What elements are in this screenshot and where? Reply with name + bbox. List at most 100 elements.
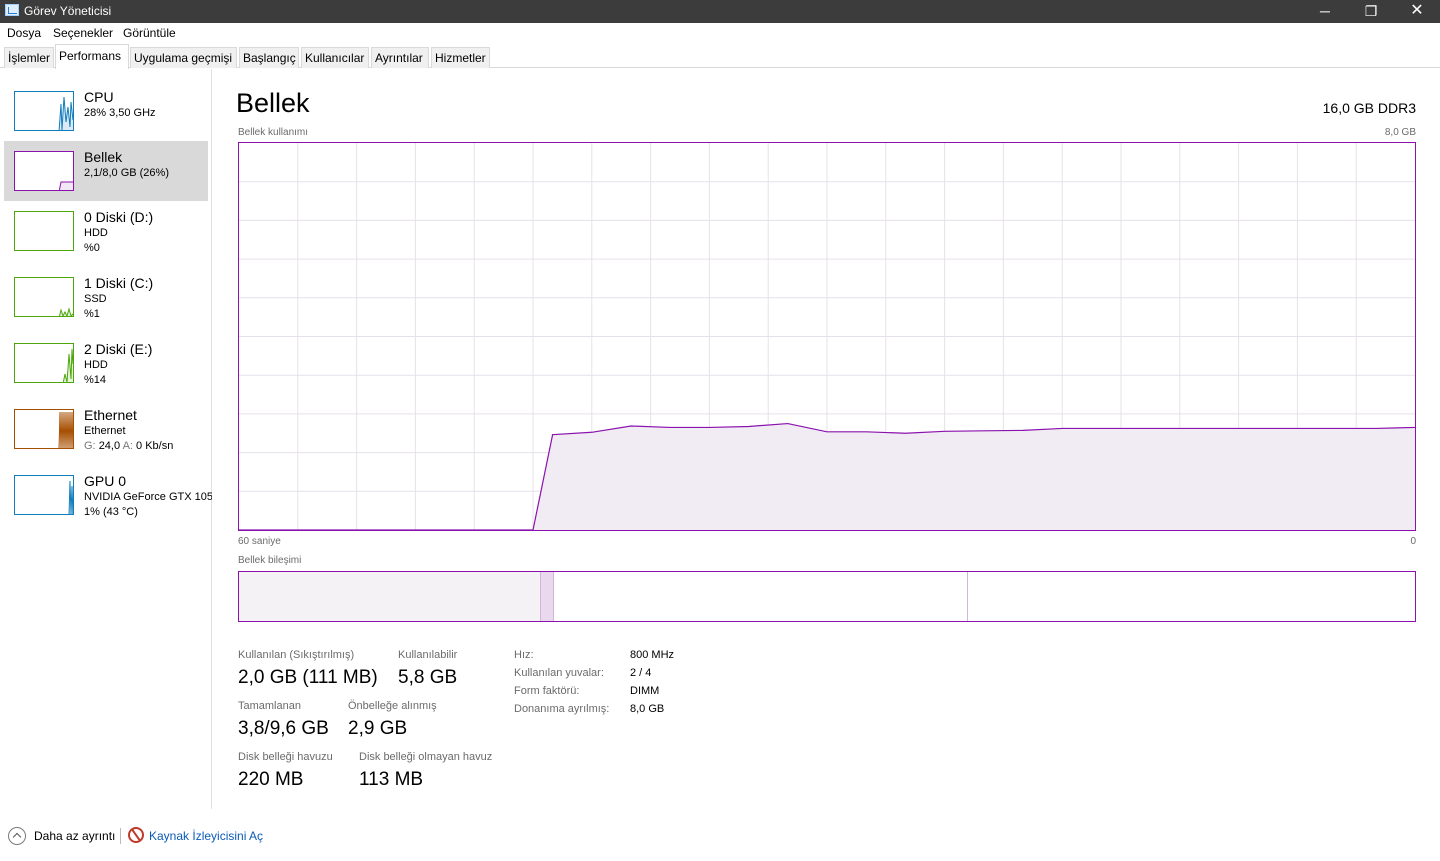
sidebar-disk2-usage: %14 (84, 374, 107, 386)
sidebar-memory-name: Bellek (84, 149, 123, 165)
memory-composition-bar (238, 571, 1416, 622)
send-label: G: (84, 440, 96, 452)
in-use-label: Kullanılan (Sıkıştırılmış) (238, 649, 355, 661)
form-factor-value: DIMM (630, 685, 660, 697)
page-title: Bellek (236, 88, 310, 118)
sidebar-disk2-type: HDD (84, 359, 108, 371)
task-manager-icon (5, 4, 19, 16)
receive-label: A: (122, 440, 133, 452)
graph-max-label: 8,0 GB (1384, 127, 1416, 138)
sidebar-gpu-name: GPU 0 (84, 473, 127, 489)
sidebar-disk1-name: 1 Diski (C:) (84, 275, 154, 291)
sidebar-item-disk2[interactable]: 2 Diski (E:) HDD %14 (4, 333, 208, 393)
cpu-thumbnail-graph (58, 96, 73, 130)
sidebar-cpu-usage: 28% 3,50 GHz (84, 107, 156, 119)
sidebar-cpu-name: CPU (84, 89, 114, 105)
in-use-value: 2,0 GB (111 MB) (238, 667, 378, 688)
sidebar-disk0-type: HDD (84, 227, 108, 239)
sidebar-item-cpu[interactable]: CPU 28% 3,50 GHz (4, 81, 208, 141)
paged-pool-label: Disk belleği havuzu (238, 751, 333, 763)
sidebar-item-gpu[interactable]: GPU 0 NVIDIA GeForce GTX 105 1% (43 °C) (4, 465, 212, 525)
menu-bar: Dosya Seçenekler Görüntüle (0, 23, 1440, 43)
menu-view[interactable]: Görüntüle (123, 26, 176, 40)
hardware-reserved-value: 8,0 GB (630, 703, 665, 715)
cached-label: Önbelleğe alınmış (348, 700, 437, 712)
sidebar-disk2-name: 2 Diski (E:) (84, 341, 153, 357)
fewer-details-button[interactable]: Daha az ayrıntı (34, 829, 115, 843)
restore-button[interactable]: ❐ (1348, 0, 1394, 23)
sidebar-ethernet-throughput: G: 24,0 A: 0 Kb/sn (84, 440, 173, 452)
ethernet-thumbnail-graph (58, 411, 73, 448)
tab-services[interactable]: Hizmetler (431, 47, 490, 68)
footer: Daha az ayrıntı Kaynak İzleyicisini Aç (0, 816, 1440, 856)
ethernet-thumbnail (14, 409, 74, 449)
sidebar-item-disk0[interactable]: 0 Diski (D:) HDD %0 (4, 201, 208, 261)
tab-strip: İşlemler Performans Uygulama geçmişi Baş… (0, 43, 1440, 69)
available-label: Kullanılabilir (398, 649, 458, 661)
send-value: 24,0 (98, 440, 121, 452)
footer-divider (120, 828, 121, 844)
disk2-thumbnail (14, 343, 74, 383)
composition-free[interactable] (968, 572, 1415, 621)
memory-usage-graph (238, 142, 1416, 531)
sidebar-ethernet-adapter: Ethernet (84, 425, 126, 437)
memory-thumbnail-graph (58, 181, 73, 190)
sidebar-disk0-usage: %0 (84, 242, 100, 254)
composition-in-use[interactable] (239, 572, 540, 621)
gpu-thumbnail (14, 475, 74, 515)
sidebar-item-disk1[interactable]: 1 Diski (C:) SSD %1 (4, 267, 208, 327)
tab-startup[interactable]: Başlangıç (239, 47, 299, 68)
disk1-thumbnail (14, 277, 74, 317)
menu-options[interactable]: Seçenekler (53, 26, 113, 40)
committed-label: Tamamlanan (238, 700, 301, 712)
tab-users[interactable]: Kullanıcılar (301, 47, 369, 68)
paged-pool-value: 220 MB (238, 769, 304, 790)
speed-value: 800 MHz (630, 649, 675, 661)
sidebar-item-memory[interactable]: Bellek 2,1/8,0 GB (26%) (4, 141, 208, 201)
tab-app-history[interactable]: Uygulama geçmişi (130, 47, 237, 68)
close-button[interactable]: ✕ (1394, 0, 1440, 23)
graph-time-right: 0 (1410, 536, 1416, 547)
graph-label: Bellek kullanımı (238, 127, 309, 138)
disk1-thumbnail-graph (58, 307, 73, 316)
nonpaged-pool-label: Disk belleği olmayan havuz (359, 751, 493, 763)
cached-value: 2,9 GB (348, 718, 408, 739)
chevron-up-icon[interactable] (8, 827, 26, 845)
sidebar-disk1-type: SSD (84, 293, 107, 305)
available-value: 5,8 GB (398, 667, 458, 688)
sidebar-item-ethernet[interactable]: Ethernet Ethernet G: 24,0 A: 0 Kb/sn (4, 399, 208, 459)
sidebar-gpu-usage: 1% (43 °C) (84, 506, 138, 518)
tab-processes[interactable]: İşlemler (4, 47, 54, 68)
tab-performance[interactable]: Performans (55, 44, 129, 69)
sidebar-gpu-model: NVIDIA GeForce GTX 105 (84, 491, 212, 503)
nonpaged-pool-value: 113 MB (359, 769, 424, 790)
memory-spec: 16,0 GB DDR3 (1322, 100, 1416, 116)
minimize-button[interactable]: ─ (1302, 0, 1348, 23)
composition-standby[interactable] (554, 572, 968, 621)
hardware-reserved-label: Donanıma ayrılmış: (514, 703, 610, 715)
composition-label: Bellek bileşimi (238, 555, 302, 566)
slots-label: Kullanılan yuvalar: (514, 667, 604, 679)
window-title: Görev Yöneticisi (24, 4, 112, 18)
cpu-thumbnail (14, 91, 74, 131)
resource-monitor-icon[interactable] (128, 827, 144, 843)
speed-label: Hız: (514, 649, 534, 661)
disk2-thumbnail-graph (62, 348, 73, 382)
tab-details[interactable]: Ayrıntılar (371, 47, 429, 68)
gpu-thumbnail-graph (68, 480, 73, 514)
title-bar: Görev Yöneticisi ─ ❐ ✕ (0, 0, 1440, 23)
sidebar-disk0-name: 0 Diski (D:) (84, 209, 154, 225)
graph-time-left: 60 saniye (238, 536, 281, 547)
sidebar-ethernet-name: Ethernet (84, 407, 137, 423)
form-factor-label: Form faktörü: (514, 685, 580, 697)
sidebar-memory-usage: 2,1/8,0 GB (26%) (84, 167, 169, 179)
composition-modified[interactable] (540, 572, 554, 621)
menu-file[interactable]: Dosya (7, 26, 41, 40)
receive-value: 0 Kb/sn (136, 440, 174, 452)
slots-value: 2 / 4 (630, 667, 652, 679)
open-resource-monitor-link[interactable]: Kaynak İzleyicisini Aç (149, 829, 263, 843)
committed-value: 3,8/9,6 GB (238, 718, 329, 739)
disk0-thumbnail (14, 211, 74, 251)
memory-usage-chart (239, 143, 1415, 530)
sidebar-disk1-usage: %1 (84, 308, 100, 320)
